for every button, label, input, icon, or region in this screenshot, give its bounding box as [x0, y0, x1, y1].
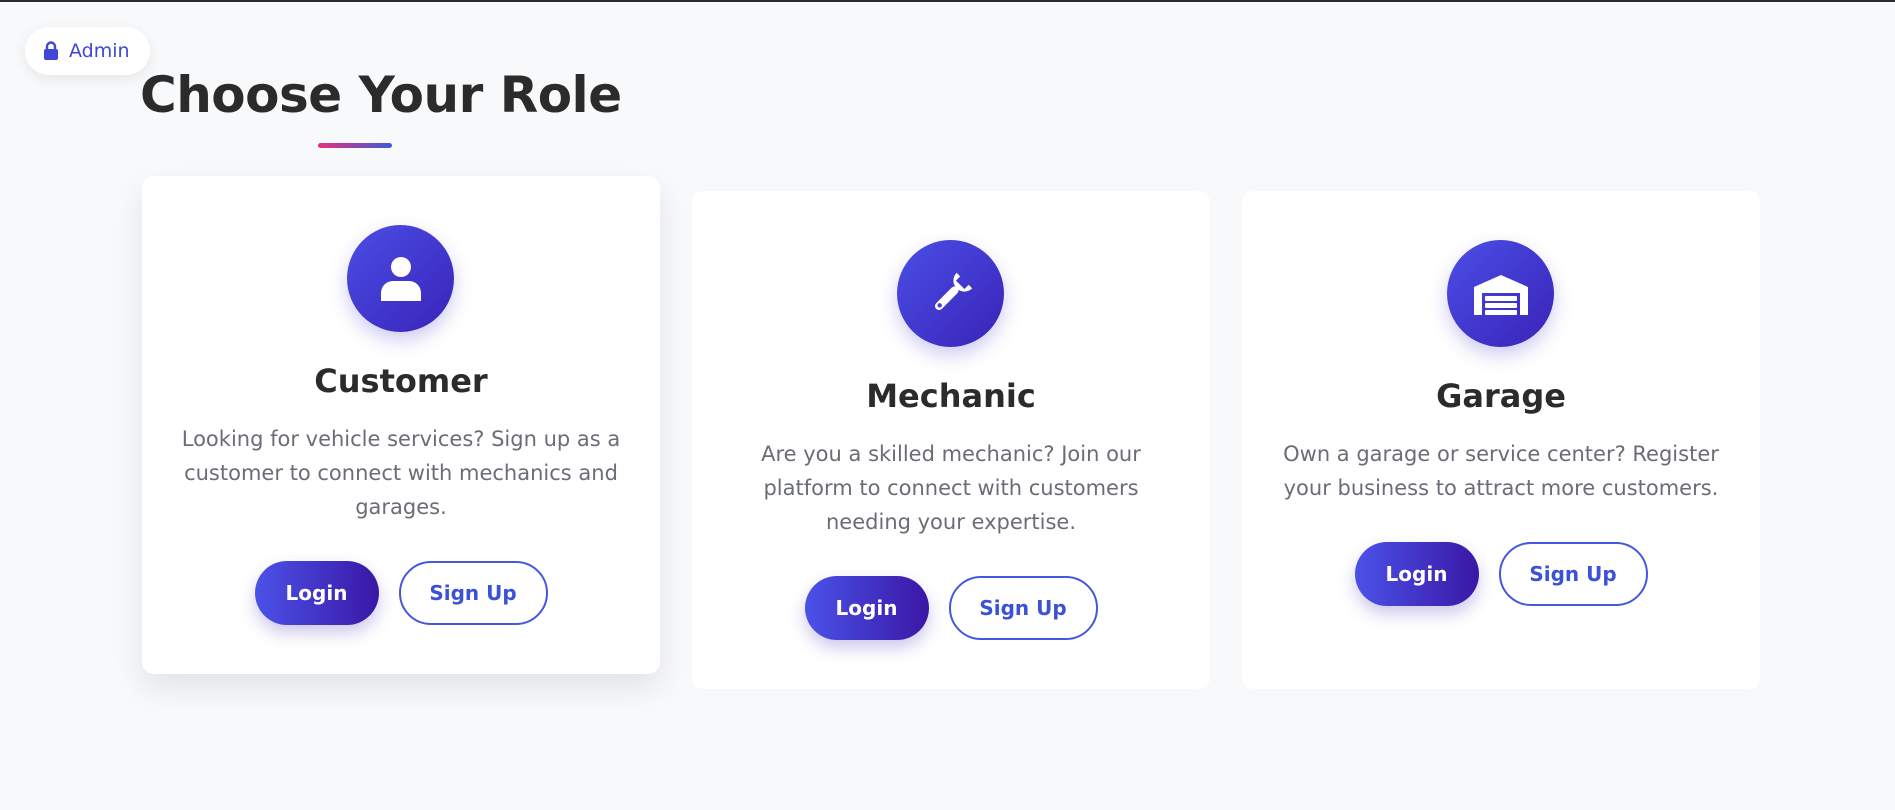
- user-icon: [347, 225, 454, 332]
- role-card-garage: Garage Own a garage or service center? R…: [1242, 191, 1760, 689]
- role-title: Mechanic: [866, 377, 1036, 415]
- mechanic-login-button[interactable]: Login: [804, 576, 929, 640]
- role-description: Looking for vehicle services? Sign up as…: [181, 427, 621, 519]
- role-title: Customer: [314, 362, 488, 400]
- garage-login-button[interactable]: Login: [1354, 542, 1479, 606]
- warehouse-icon: [1447, 240, 1554, 347]
- role-description: Are you a skilled mechanic? Join our pla…: [761, 442, 1141, 534]
- customer-login-button[interactable]: Login: [254, 561, 379, 625]
- admin-label: Admin: [69, 40, 130, 62]
- role-title: Garage: [1436, 377, 1566, 415]
- wrench-icon: [897, 240, 1004, 347]
- role-card-mechanic: Mechanic Are you a skilled mechanic? Joi…: [692, 191, 1210, 689]
- admin-button[interactable]: Admin: [25, 27, 150, 75]
- title-underline: [318, 143, 392, 148]
- role-card-customer: Customer Looking for vehicle services? S…: [142, 176, 660, 674]
- role-description: Own a garage or service center? Register…: [1283, 442, 1719, 500]
- page-title: Choose Your Role: [140, 66, 622, 124]
- garage-signup-button[interactable]: Sign Up: [1498, 542, 1648, 606]
- customer-signup-button[interactable]: Sign Up: [398, 561, 548, 625]
- mechanic-signup-button[interactable]: Sign Up: [948, 576, 1098, 640]
- lock-icon: [43, 41, 59, 61]
